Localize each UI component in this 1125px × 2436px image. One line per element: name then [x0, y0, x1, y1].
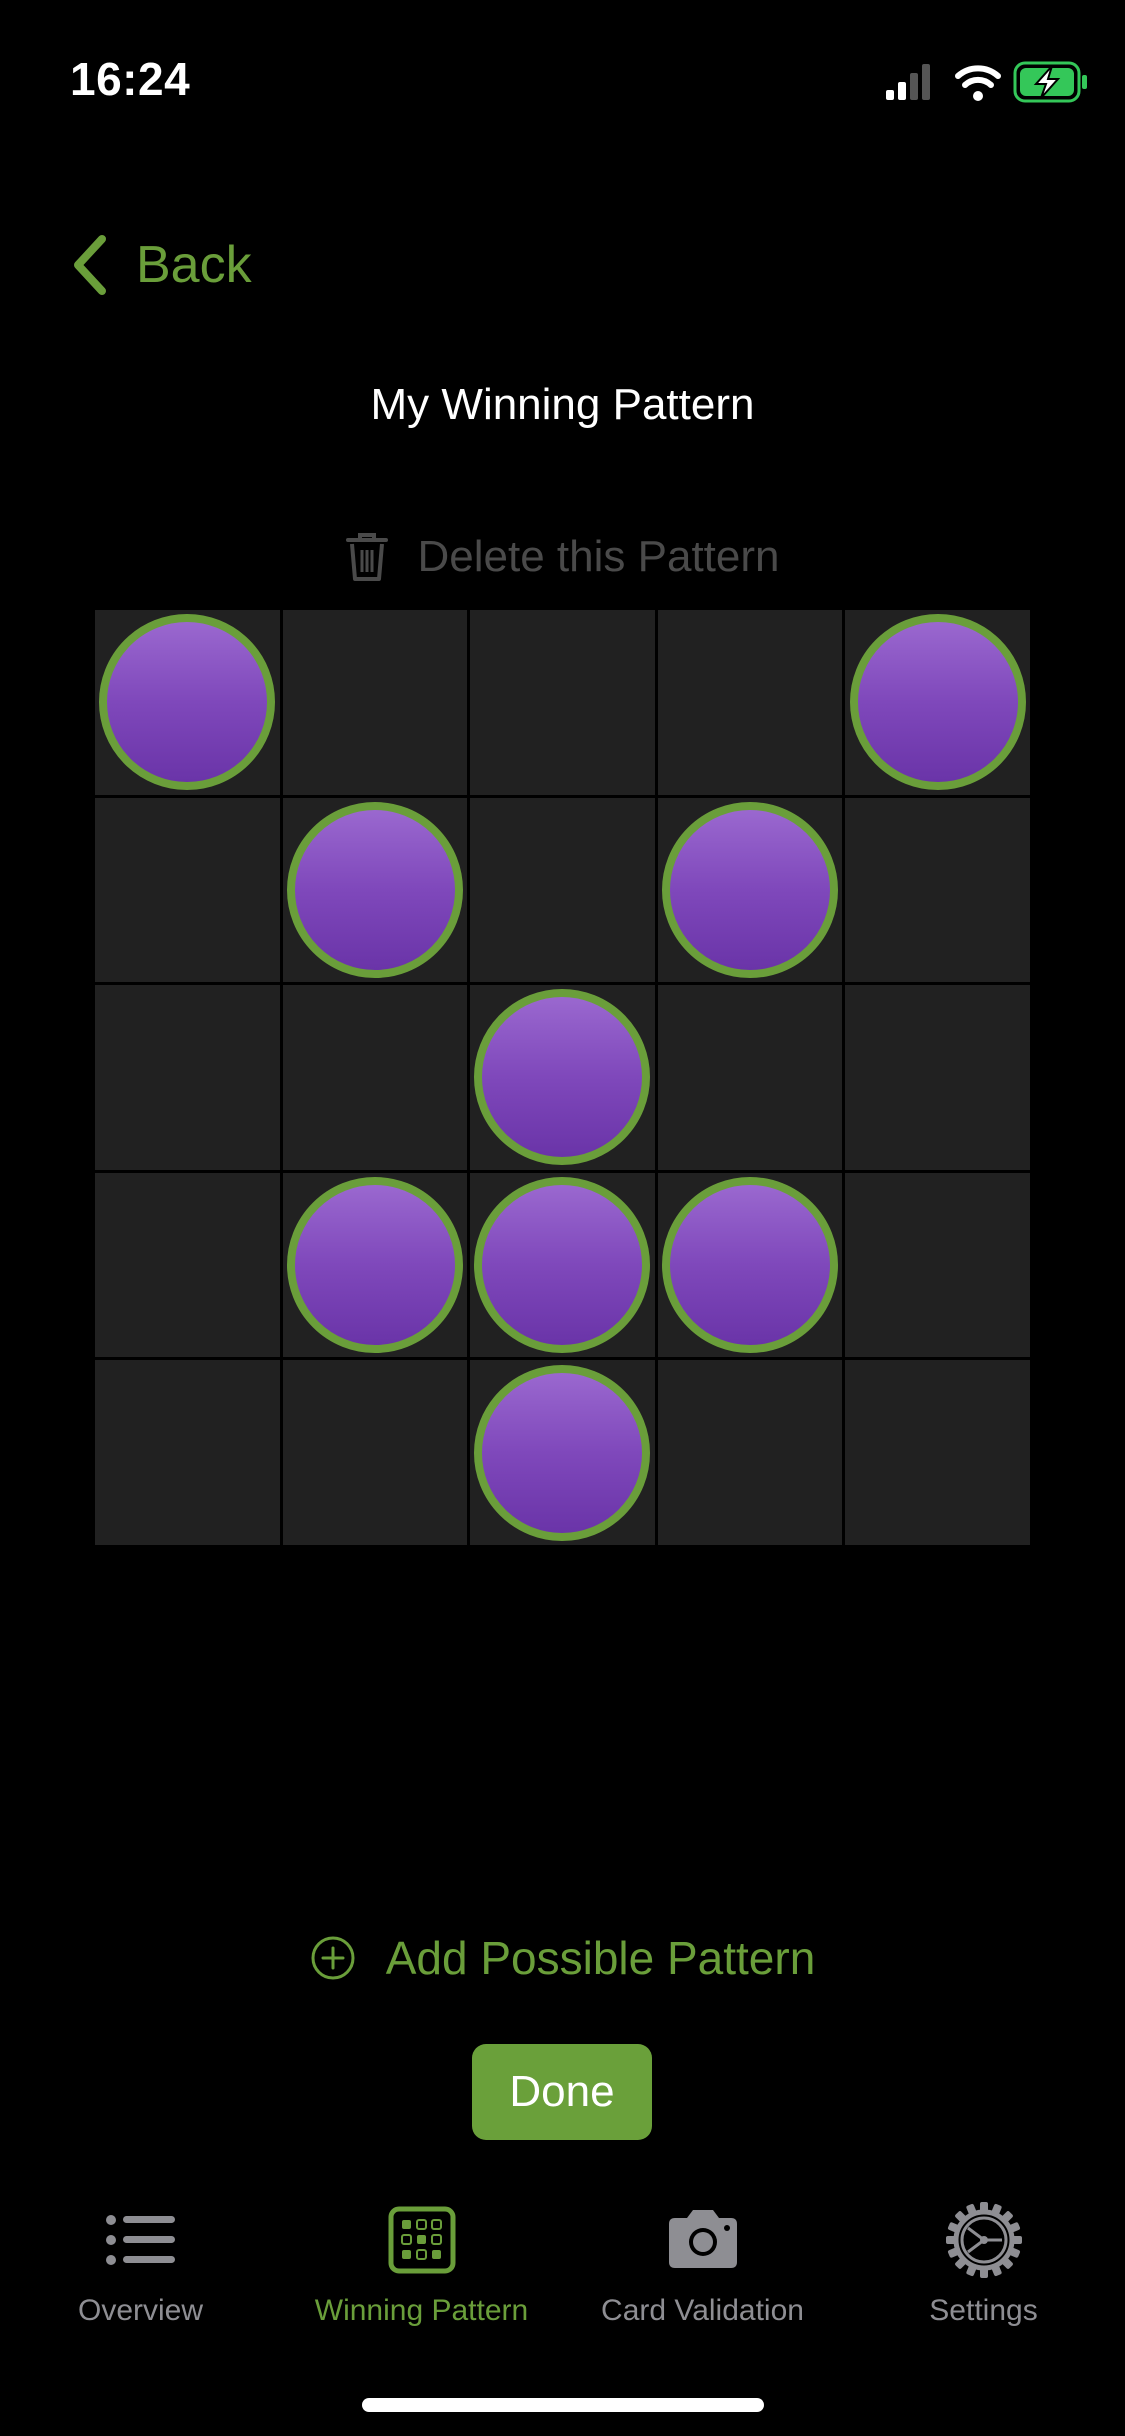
list-icon: [105, 2215, 175, 2265]
pattern-cell[interactable]: [845, 1172, 1030, 1358]
delete-pattern-button[interactable]: Delete this Pattern: [0, 525, 1125, 589]
tab-overview[interactable]: Overview: [0, 2200, 281, 2340]
pattern-cell[interactable]: [657, 1172, 843, 1358]
page-title: My Winning Pattern: [370, 380, 755, 429]
marked-token: [662, 1177, 839, 1354]
tab-label: Overview: [77, 2294, 204, 2327]
back-button[interactable]: Back: [70, 230, 252, 300]
pattern-cell[interactable]: [282, 1360, 468, 1545]
pattern-cell[interactable]: [95, 797, 280, 983]
marked-token: [662, 801, 839, 978]
marked-token: [849, 614, 1026, 791]
tab-settings[interactable]: Settings: [843, 2200, 1124, 2340]
tab-bar: Overview Winning Pattern Card Validation: [0, 2200, 1125, 2340]
pattern-cell[interactable]: [657, 797, 843, 983]
marked-token: [474, 1364, 651, 1541]
pattern-cell[interactable]: [470, 1172, 655, 1358]
tab-winning-pattern[interactable]: Winning Pattern: [281, 2200, 562, 2340]
pattern-cell[interactable]: [657, 985, 843, 1170]
back-label: Back: [136, 236, 252, 294]
done-label: Done: [509, 2067, 615, 2116]
marked-token: [474, 989, 651, 1166]
marked-token: [286, 801, 463, 978]
marked-token: [474, 1177, 651, 1354]
pattern-cell[interactable]: [845, 985, 1030, 1170]
done-button[interactable]: Done: [472, 2044, 652, 2140]
status-time: 16:24: [70, 53, 191, 105]
delete-pattern-label: Delete this Pattern: [417, 532, 780, 581]
gear-icon: [945, 2202, 1022, 2278]
pattern-cell[interactable]: [470, 1360, 655, 1545]
marked-token: [99, 614, 276, 791]
pattern-cell[interactable]: [845, 797, 1030, 983]
pattern-cell[interactable]: [95, 1360, 280, 1545]
plus-circle-icon: [311, 1936, 355, 1980]
pattern-cell[interactable]: [95, 1172, 280, 1358]
pattern-cell[interactable]: [95, 985, 280, 1170]
add-pattern-label: Add Possible Pattern: [385, 1932, 816, 1984]
pattern-cell[interactable]: [282, 985, 468, 1170]
camera-icon: [668, 2210, 737, 2268]
tab-card-validation[interactable]: Card Validation: [562, 2200, 843, 2340]
pattern-cell[interactable]: [470, 610, 655, 795]
wifi-icon: [955, 65, 1001, 101]
pattern-cell[interactable]: [845, 1360, 1030, 1545]
tab-label: Settings: [929, 2294, 1038, 2327]
chevron-left-icon: [74, 235, 106, 295]
pattern-cell[interactable]: [282, 797, 468, 983]
tab-label: Winning Pattern: [314, 2294, 529, 2327]
pattern-grid-icon: [388, 2206, 455, 2274]
tab-label: Card Validation: [601, 2294, 804, 2327]
marked-token: [286, 1177, 463, 1354]
pattern-cell[interactable]: [470, 797, 655, 983]
pattern-cell[interactable]: [282, 610, 468, 795]
battery-charging-icon: [1013, 61, 1087, 103]
pattern-cell[interactable]: [95, 610, 280, 795]
pattern-cell[interactable]: [282, 1172, 468, 1358]
pattern-grid: [95, 610, 1030, 1545]
pattern-cell[interactable]: [657, 1360, 843, 1545]
signal-icon: [886, 64, 930, 100]
pattern-cell[interactable]: [657, 610, 843, 795]
pattern-cell[interactable]: [470, 985, 655, 1170]
status-icons: [886, 60, 1091, 104]
trash-icon: [345, 533, 388, 581]
pattern-cell[interactable]: [845, 610, 1030, 795]
add-pattern-button[interactable]: Add Possible Pattern: [0, 1925, 1125, 1991]
home-indicator: [362, 2398, 764, 2412]
